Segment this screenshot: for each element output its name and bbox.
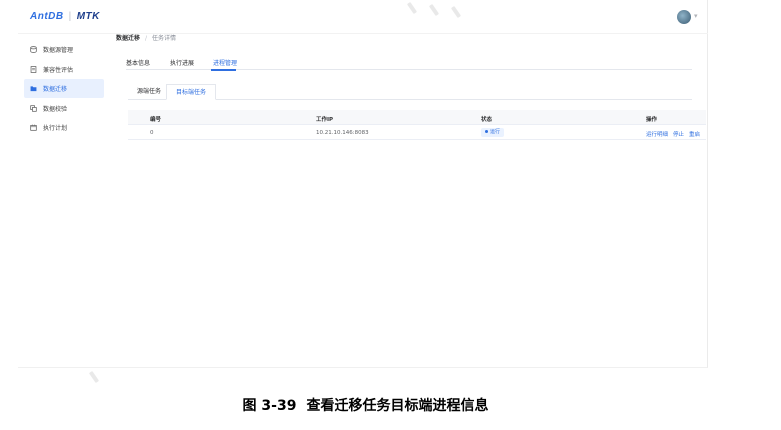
active-tab-indicator: [211, 69, 236, 71]
cell-actions: 运行明细 停止 重启: [646, 130, 705, 138]
chevron-down-icon[interactable]: ▾: [694, 12, 698, 20]
user-avatar[interactable]: [677, 10, 691, 24]
sidebar-item-label: 数据迁移: [43, 86, 68, 93]
breadcrumb-migration[interactable]: 数据迁移: [116, 35, 140, 42]
stop-link[interactable]: 停止: [673, 132, 684, 138]
cell-ip: 10.21.10.146:8083: [316, 129, 369, 136]
sidebar-item-verify[interactable]: 数据校验: [24, 99, 104, 118]
column-header-actions: 操作: [646, 116, 658, 123]
subtab-source-task[interactable]: 源端任务: [128, 84, 170, 100]
column-header-id: 编号: [150, 116, 162, 123]
column-header-status: 状态: [481, 116, 493, 123]
logo-separator: |: [68, 11, 72, 22]
sidebar-item-label: 数据校验: [43, 105, 68, 113]
breadcrumb: 数据迁移 / 任务详情: [116, 33, 176, 42]
copy-icon: [30, 104, 37, 112]
table-row: 0 10.21.10.146:8083 运行 运行明细 停止 重启: [128, 125, 706, 140]
sidebar-item-label: 兼容性评估: [43, 66, 74, 74]
top-bar: AntDB | MTK ▾: [18, 0, 708, 34]
tab-progress[interactable]: 执行进展: [170, 58, 194, 67]
logo-antdb: AntDB: [30, 11, 64, 22]
figure-caption: 图 3-39 查看迁移任务目标端进程信息: [0, 395, 731, 415]
breadcrumb-task-detail: 任务详情: [152, 35, 177, 42]
tab-basic-info[interactable]: 基本信息: [126, 58, 150, 67]
caption-text: 查看迁移任务目标端进程信息: [306, 398, 489, 414]
caption-number: 图 3-39: [242, 398, 297, 414]
status-dot-icon: [485, 130, 488, 133]
column-header-ip: 工作IP: [316, 116, 334, 123]
folder-icon: [30, 86, 37, 92]
tab-process-management[interactable]: 进程管理: [213, 58, 237, 67]
watermark-mark: [88, 370, 100, 384]
breadcrumb-separator: /: [145, 35, 148, 42]
calendar-icon: [30, 124, 37, 131]
restart-link[interactable]: 重启: [689, 132, 700, 138]
sidebar-item-label: 执行计划: [43, 125, 68, 132]
sidebar-item-plan[interactable]: 执行计划: [24, 118, 104, 137]
app-logo[interactable]: AntDB | MTK: [30, 11, 100, 22]
database-icon: [30, 46, 37, 53]
sidebar-item-compat[interactable]: 兼容性评估: [24, 60, 104, 79]
app-window: AntDB | MTK ▾ 数据源管理 兼容性评估 数据迁移 数据校验 执行计划 数…: [18, 0, 708, 368]
process-table: 编号 工作IP 状态 操作 0 10.21.10.146:8083 运行 运行明…: [128, 110, 706, 140]
sidebar-item-datasource[interactable]: 数据源管理: [24, 40, 104, 59]
subtab-target-task[interactable]: 目标端任务: [166, 84, 217, 100]
cell-id: 0: [150, 129, 154, 136]
logo-mtk: MTK: [76, 11, 100, 22]
table-header: 编号 工作IP 状态 操作: [128, 110, 706, 125]
status-badge: 运行: [481, 128, 505, 137]
run-detail-link[interactable]: 运行明细: [646, 132, 668, 138]
status-label: 运行: [490, 129, 501, 135]
process-subtabs: 源端任务 目标端任务: [128, 84, 692, 100]
sidebar-item-label: 数据源管理: [43, 47, 74, 54]
detail-tabs: 基本信息 执行进展 进程管理: [126, 56, 692, 71]
sidebar: 数据源管理 兼容性评估 数据迁移 数据校验 执行计划: [24, 40, 104, 138]
document-icon: [30, 65, 37, 73]
sidebar-item-migration[interactable]: 数据迁移: [24, 79, 104, 98]
